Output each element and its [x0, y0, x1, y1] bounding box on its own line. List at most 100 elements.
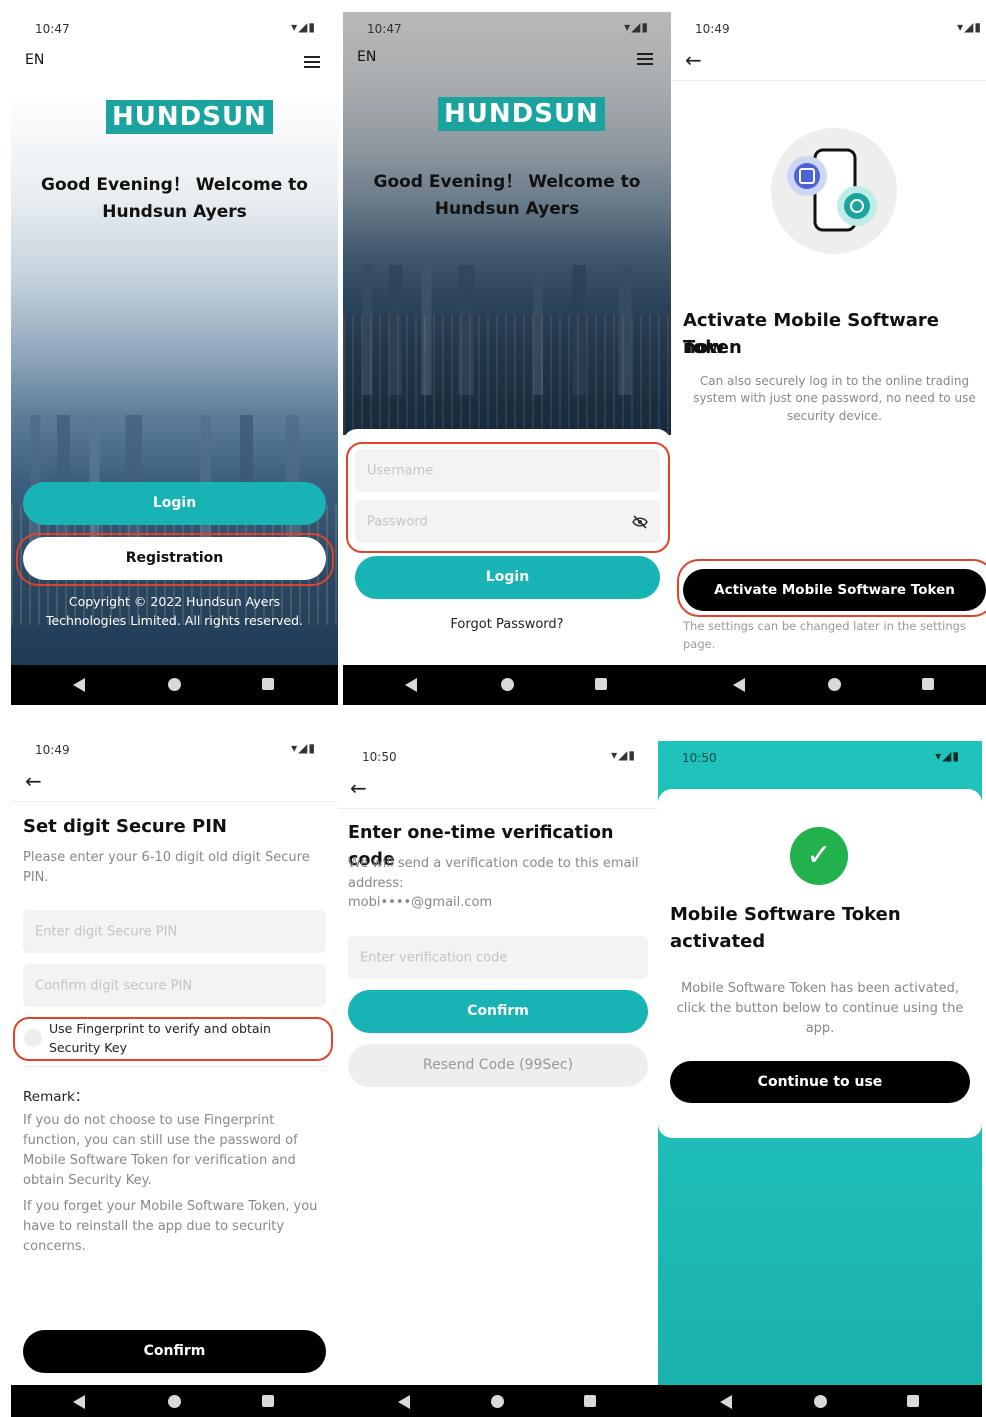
status-bar: 10:50 ▾◢▮ [658, 741, 982, 773]
status-time: 10:47 [367, 22, 402, 36]
activate-token-button[interactable]: Activate Mobile Software Token [683, 569, 986, 611]
screen-login: 10:47 ▾◢▮ EN HUNDSUN Good Evening！ Welco… [343, 12, 671, 705]
menu-icon[interactable] [304, 56, 320, 71]
header-divider [671, 80, 986, 81]
confirm-pin-input[interactable]: Confirm digit secure PIN [23, 964, 326, 1007]
confirm-button[interactable]: Confirm [348, 990, 648, 1033]
nav-back-icon[interactable] [398, 1395, 410, 1409]
verification-code-input[interactable]: Enter verification code [348, 936, 648, 979]
status-icons: ▾◢▮ [935, 749, 960, 763]
nav-back-icon[interactable] [73, 678, 85, 692]
activated-desc-line-2: click the button below to continue using… [676, 1001, 964, 1016]
screen-token-activated: 10:50 ▾◢▮ ✓ Mobile Software Token activa… [658, 741, 982, 1417]
login-button[interactable]: Login [23, 482, 326, 525]
status-time: 10:49 [695, 22, 730, 36]
remark-title: Remark： [23, 1089, 89, 1105]
nav-recent-icon[interactable] [922, 678, 934, 690]
registration-button[interactable]: Registration [23, 537, 326, 580]
verification-email: mobi••••@gmail.com [348, 895, 493, 910]
menu-icon[interactable] [637, 53, 653, 68]
verification-desc-line-1: We will send a verification code to this… [348, 856, 639, 871]
activated-desc-line-3: app. [805, 1021, 835, 1036]
secure-pin-input[interactable]: Enter digit Secure PIN [23, 910, 326, 953]
phone-security-illustration [771, 128, 897, 254]
success-check-icon: ✓ [790, 827, 848, 885]
screen-welcome: 10:47 ▾◢▮ EN HUNDSUN Good Evening！ Welco… [11, 12, 338, 705]
back-arrow-icon[interactable]: ← [350, 776, 367, 800]
fingerprint-option-line-1[interactable]: Use Fingerprint to verify and obtain [49, 1021, 271, 1036]
activate-title-line-2: now [683, 337, 725, 358]
activate-desc-line-2: system with just one password, no need t… [693, 391, 976, 405]
nav-back-icon[interactable] [405, 678, 417, 692]
option-divider [23, 1066, 326, 1067]
settings-note-line-1: The settings can be changed later in the… [683, 619, 966, 633]
nav-home-icon[interactable] [168, 678, 181, 691]
set-pin-desc-line-1: Please enter your 6-10 digit old digit S… [23, 850, 310, 865]
copyright-line-2: Technologies Limited. All rights reserve… [45, 613, 304, 628]
nav-recent-icon[interactable] [262, 1395, 274, 1407]
nav-back-icon[interactable] [733, 678, 745, 692]
nav-back-icon[interactable] [73, 1395, 85, 1409]
status-time: 10:50 [682, 751, 717, 765]
remark-1-line-3: Mobile Software Token for verification a… [23, 1153, 296, 1168]
status-icons: ▾◢▮ [291, 741, 316, 755]
system-navbar [343, 665, 671, 705]
back-arrow-icon[interactable]: ← [25, 769, 42, 793]
back-arrow-icon[interactable]: ← [685, 48, 702, 72]
status-icons: ▾◢▮ [291, 20, 316, 34]
hundsun-logo: HUNDSUN [106, 100, 273, 134]
password-input[interactable]: Password [355, 500, 660, 543]
activate-title-line-1: Activate Mobile Software Token [683, 310, 939, 358]
nav-recent-icon[interactable] [584, 1395, 596, 1407]
system-navbar [671, 665, 986, 705]
nav-recent-icon[interactable] [595, 678, 607, 690]
activate-desc-line-3: security device. [787, 409, 882, 423]
screen-activate-token: 10:49 ▾◢▮ ← Activate Mobile Software Tok… [671, 12, 986, 705]
login-button[interactable]: Login [355, 556, 660, 599]
status-time: 10:50 [362, 750, 397, 764]
nav-back-icon[interactable] [720, 1395, 732, 1409]
eye-off-icon[interactable] [632, 515, 648, 529]
continue-button[interactable]: Continue to use [670, 1061, 970, 1103]
remark-1-line-1: If you do not choose to use Fingerprint [23, 1113, 275, 1128]
remark-2-line-3: concerns. [23, 1239, 86, 1254]
nav-home-icon[interactable] [828, 678, 841, 691]
remark-2-line-2: have to reinstall the app due to securit… [23, 1219, 285, 1234]
system-navbar [338, 1385, 658, 1417]
nav-home-icon[interactable] [168, 1395, 181, 1408]
screen-set-pin: 10:49 ▾◢▮ ← Set digit Secure PIN Please … [11, 733, 338, 1417]
status-icons: ▾◢▮ [611, 748, 636, 762]
nav-recent-icon[interactable] [907, 1395, 919, 1407]
nav-recent-icon[interactable] [262, 678, 274, 690]
confirm-button[interactable]: Confirm [23, 1330, 326, 1373]
nav-home-icon[interactable] [501, 678, 514, 691]
status-time: 10:47 [35, 22, 70, 36]
status-icons: ▾◢▮ [957, 20, 982, 34]
forgot-password-link[interactable]: Forgot Password? [343, 617, 671, 632]
language-selector[interactable]: EN [25, 52, 44, 68]
activated-desc-line-1: Mobile Software Token has been activated… [680, 981, 960, 996]
status-bar: 10:49 ▾◢▮ [671, 12, 986, 44]
resend-code-button[interactable]: Resend Code (99Sec) [348, 1044, 648, 1087]
verification-desc-line-2: address: [348, 876, 404, 891]
greeting-line-2: Hundsun Ayers [434, 199, 580, 219]
copyright-line-1: Copyright © 2022 Hundsun Ayers [68, 594, 281, 609]
status-bar: 10:49 ▾◢▮ [11, 733, 338, 765]
remark-2-line-1: If you forget your Mobile Software Token… [23, 1199, 318, 1214]
nav-home-icon[interactable] [491, 1395, 504, 1408]
status-bar: 10:50 ▾◢▮ [338, 740, 658, 772]
header-divider [11, 801, 338, 802]
activated-title-line-1: Mobile Software Token [670, 904, 901, 925]
username-input[interactable]: Username [355, 449, 660, 492]
status-time: 10:49 [35, 743, 70, 757]
screen-verification: 10:50 ▾◢▮ ← Enter one-time verification … [338, 740, 658, 1417]
fingerprint-radio[interactable] [24, 1029, 42, 1047]
hundsun-logo: HUNDSUN [438, 97, 605, 131]
system-navbar [658, 1385, 982, 1417]
settings-note-line-2: page. [683, 637, 716, 651]
activate-desc-line-1: Can also securely log in to the online t… [699, 374, 970, 388]
language-selector[interactable]: EN [357, 49, 376, 65]
header-divider [338, 808, 658, 809]
fingerprint-option-line-2[interactable]: Security Key [49, 1040, 127, 1055]
nav-home-icon[interactable] [814, 1395, 827, 1408]
